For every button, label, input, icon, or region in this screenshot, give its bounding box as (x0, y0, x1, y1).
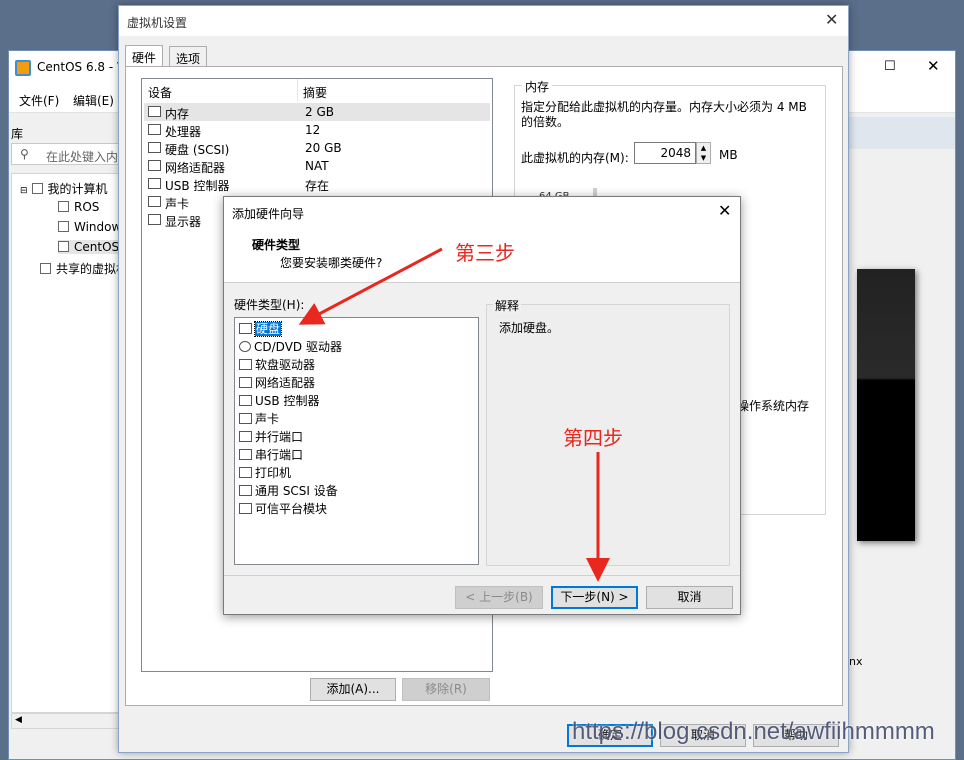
memory-unit: MB (719, 148, 738, 162)
parallel-port-icon (239, 431, 252, 442)
scroll-left-icon[interactable]: ◀ (15, 715, 22, 725)
wizard-titlebar: 添加硬件向导 ✕ (224, 197, 740, 227)
cpu-icon (148, 124, 161, 135)
column-device[interactable]: 设备 (142, 79, 298, 101)
printer-icon (239, 467, 252, 478)
vm-icon (58, 201, 69, 212)
shared-vm-icon (40, 263, 51, 274)
library-scrollbar[interactable]: ◀ (11, 713, 121, 729)
right-tabbar (849, 117, 955, 149)
harddisk-icon (239, 323, 252, 334)
hw-item-network[interactable]: 网络适配器 (239, 374, 315, 392)
device-row-network[interactable]: 网络适配器 NAT (144, 157, 490, 175)
hw-item-cdrom[interactable]: CD/DVD 驱动器 (239, 338, 342, 356)
close-icon[interactable]: ✕ (927, 57, 940, 75)
computer-icon (31, 183, 43, 194)
library-search-input[interactable]: ⚲ 在此处键入内容 (11, 143, 130, 165)
settings-title: 虚拟机设置 (127, 16, 188, 30)
hardware-type-list: 硬盘 CD/DVD 驱动器 软盘驱动器 网络适配器 USB 控制器 声卡 并行端… (234, 317, 479, 565)
display-icon (148, 214, 161, 225)
tpm-icon (239, 503, 252, 514)
device-row-usb[interactable]: USB 控制器 存在 (144, 175, 490, 193)
add-hardware-button[interactable]: 添加(A)... (310, 678, 396, 701)
device-list-header: 设备 摘要 (142, 79, 492, 101)
step4-annotation: 第四步 (563, 426, 623, 450)
tree-item-my-computer[interactable]: ⊟ 我的计算机 (20, 180, 108, 197)
spin-up-icon[interactable]: ▲ (697, 143, 710, 153)
usb-icon (239, 395, 252, 406)
library-tree: ⊟ 我的计算机 ROS Window CentOS 共享的虚拟机 (11, 173, 128, 713)
vmware-logo-icon (15, 60, 31, 76)
search-icon: ⚲ (20, 147, 29, 161)
vm-preview-thumbnail[interactable] (857, 269, 915, 541)
wizard-cancel-button[interactable]: 取消 (646, 586, 733, 609)
device-row-harddisk[interactable]: 硬盘 (SCSI) 20 GB (144, 139, 490, 157)
memory-label: 此虚拟机的内存(M): (521, 151, 629, 165)
tree-item-shared[interactable]: 共享的虚拟机 (40, 260, 128, 277)
serial-port-icon (239, 449, 252, 460)
explanation-text: 添加硬盘。 (499, 321, 560, 335)
sound-icon (148, 196, 161, 207)
back-button[interactable]: < 上一步(B) (455, 586, 543, 609)
hw-item-usb[interactable]: USB 控制器 (239, 392, 319, 410)
hardware-type-label: 硬件类型(H): (234, 298, 305, 312)
menu-file[interactable]: 文件(F) (19, 92, 59, 109)
close-icon[interactable]: ✕ (825, 10, 838, 29)
hw-item-floppy[interactable]: 软盘驱动器 (239, 356, 315, 374)
column-summary[interactable]: 摘要 (303, 84, 327, 101)
step3-annotation: 第三步 (455, 241, 515, 265)
usb-icon (148, 178, 161, 189)
main-window-title: CentOS 6.8 - V (37, 60, 126, 74)
hw-item-scsi[interactable]: 通用 SCSI 设备 (239, 482, 338, 500)
cdrom-icon (239, 341, 251, 352)
memory-icon (148, 106, 161, 117)
wizard-header-title: 硬件类型 (252, 238, 301, 252)
remove-hardware-button[interactable]: 移除(R) (402, 678, 490, 701)
wizard-title: 添加硬件向导 (232, 207, 305, 221)
tab-hardware[interactable]: 硬件 (125, 45, 164, 67)
network-icon (148, 160, 161, 171)
maximize-icon[interactable]: ☐ (884, 59, 896, 74)
memory-os-text: 操作系统内存 (737, 399, 810, 413)
right-info-text: nx (849, 655, 863, 668)
hw-item-tpm[interactable]: 可信平台模块 (239, 500, 327, 518)
memory-spinner[interactable]: ▲ ▼ (696, 142, 711, 164)
tree-item-windows[interactable]: Window (58, 220, 121, 234)
scsi-icon (239, 485, 252, 496)
vm-icon (58, 241, 69, 252)
settings-titlebar: 虚拟机设置 ✕ (119, 6, 848, 36)
menu-edit[interactable]: 编辑(E) (73, 92, 114, 109)
collapse-icon[interactable]: ⊟ (20, 186, 28, 196)
device-row-cpu[interactable]: 处理器 12 (144, 121, 490, 139)
hw-item-harddisk[interactable]: 硬盘 (239, 320, 283, 338)
memory-description: 指定分配给此虚拟机的内存量。内存大小必须为 4 MB 的倍数。 (521, 100, 807, 129)
harddisk-icon (148, 142, 161, 153)
memory-input[interactable]: 2048 (634, 142, 696, 164)
wizard-footer-divider (224, 575, 740, 576)
vm-icon (58, 221, 69, 232)
memory-group-legend: 内存 (522, 78, 553, 95)
tree-item-ros[interactable]: ROS (58, 200, 99, 214)
network-icon (239, 377, 252, 388)
hw-item-printer[interactable]: 打印机 (239, 464, 291, 482)
sound-icon (239, 413, 252, 424)
close-icon[interactable]: ✕ (718, 201, 731, 220)
floppy-icon (239, 359, 252, 370)
watermark: https://blog.csdn.net/awfiihmmmm (572, 718, 935, 745)
library-label: 库 (11, 127, 24, 141)
hw-item-sound[interactable]: 声卡 (239, 410, 279, 428)
tab-options[interactable]: 选项 (169, 46, 208, 67)
tree-item-centos[interactable]: CentOS (58, 240, 120, 254)
wizard-header-subtitle: 您要安装哪类硬件? (280, 256, 383, 270)
hw-item-serial[interactable]: 串行端口 (239, 446, 303, 464)
hw-item-parallel[interactable]: 并行端口 (239, 428, 303, 446)
next-button[interactable]: 下一步(N) > (551, 586, 638, 609)
explanation-legend: 解释 (493, 297, 522, 314)
device-row-memory[interactable]: 内存 2 GB (144, 103, 490, 121)
spin-down-icon[interactable]: ▼ (697, 153, 710, 163)
